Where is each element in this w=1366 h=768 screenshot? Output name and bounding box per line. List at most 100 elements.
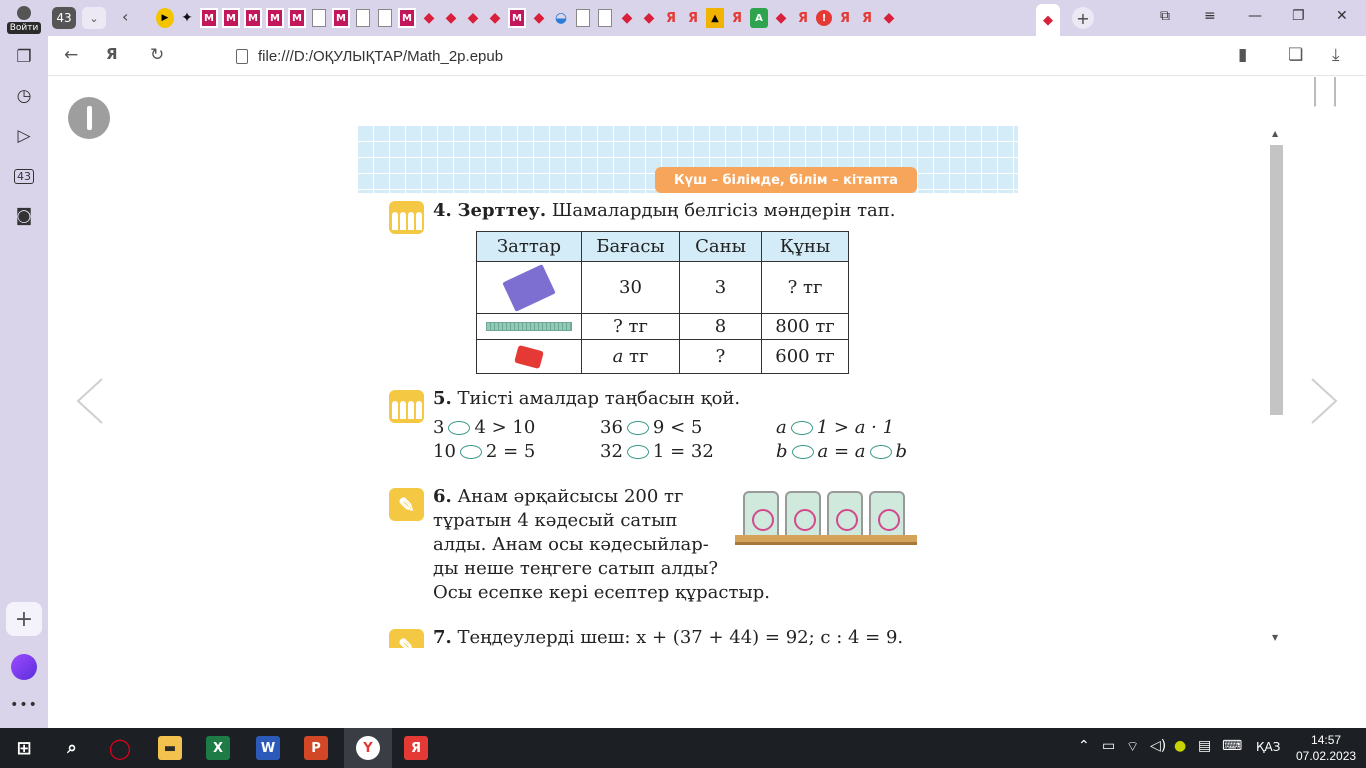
download-icon[interactable]: ⤓ bbox=[1332, 45, 1340, 65]
shield-tab-icon[interactable]: ◆ bbox=[530, 8, 548, 28]
shield-tab-icon[interactable]: ◆ bbox=[486, 8, 504, 28]
url-field[interactable]: file:///D:/ОҚУЛЫҚТАР/Math_2p.epub bbox=[236, 44, 503, 68]
pdf-tab-icon[interactable]: M bbox=[244, 8, 262, 28]
operand: 3 bbox=[433, 417, 445, 438]
yandex-icon[interactable]: Я bbox=[404, 736, 428, 760]
collections-icon[interactable]: ❐ bbox=[0, 38, 48, 76]
image-tab-icon[interactable]: ▲ bbox=[706, 8, 724, 28]
search-icon[interactable]: ⌕ bbox=[60, 736, 84, 760]
language-indicator[interactable]: ҚАЗ bbox=[1256, 740, 1280, 754]
yandex-logo-icon[interactable]: Я bbox=[106, 45, 118, 63]
tabs-manager-icon[interactable]: ⧉ bbox=[1160, 8, 1170, 24]
pdf-tab-icon[interactable]: M bbox=[266, 8, 284, 28]
pdf-tab-icon[interactable]: M bbox=[200, 8, 218, 28]
yandex-tab-icon[interactable]: Я bbox=[836, 8, 854, 28]
pdf-tab-icon[interactable]: M bbox=[398, 8, 416, 28]
operator-slot[interactable] bbox=[790, 421, 813, 435]
reload-icon[interactable]: ↻ bbox=[150, 45, 164, 65]
app-tray-icon[interactable]: ● bbox=[1174, 738, 1186, 754]
shield-tab-icon[interactable]: ◆ bbox=[420, 8, 438, 28]
bookmark-ribbon-icon[interactable] bbox=[1314, 77, 1336, 107]
chevron-down-icon[interactable]: ⌄ bbox=[82, 7, 106, 29]
clock[interactable]: 14:57 07.02.2023 bbox=[1296, 732, 1356, 764]
active-tab[interactable]: ◆ bbox=[1036, 4, 1060, 36]
chevron-up-icon[interactable]: ⌃ bbox=[1078, 738, 1090, 754]
scroll-up-icon[interactable]: ▲ bbox=[1272, 129, 1278, 138]
play-tab-icon[interactable]: ▶ bbox=[156, 8, 174, 28]
operator-slot[interactable] bbox=[448, 421, 471, 435]
windows-start-icon[interactable]: ⊞ bbox=[12, 736, 36, 760]
notification-icon[interactable]: ▤ bbox=[1198, 738, 1211, 754]
alice-assistant-button[interactable] bbox=[0, 648, 48, 686]
pdf-tab-icon[interactable]: M bbox=[288, 8, 306, 28]
document-tab-icon[interactable] bbox=[378, 9, 392, 27]
powerpoint-icon[interactable]: P bbox=[304, 736, 328, 760]
opera-icon[interactable]: ◯ bbox=[108, 736, 132, 760]
yandex-tab-icon[interactable]: Я bbox=[728, 8, 746, 28]
menu-icon[interactable]: ≡ bbox=[1204, 8, 1216, 24]
yandex-tab-icon[interactable]: Я bbox=[662, 8, 680, 28]
reader-menu-button[interactable] bbox=[68, 97, 110, 139]
document-tab-icon[interactable] bbox=[598, 9, 612, 27]
more-icon[interactable]: ••• bbox=[0, 686, 48, 724]
bookmark-icon[interactable]: ▮ bbox=[1238, 45, 1247, 65]
minimize-icon[interactable]: — bbox=[1248, 8, 1262, 24]
next-page-button[interactable] bbox=[1310, 377, 1338, 425]
document-tab-icon[interactable] bbox=[356, 9, 370, 27]
document-tab-icon[interactable] bbox=[312, 9, 326, 27]
jar-image bbox=[869, 491, 905, 539]
tab-count-button[interactable]: 43 bbox=[52, 7, 76, 29]
tabs-scroll-left-icon[interactable]: ‹ bbox=[122, 7, 128, 26]
a-tab-icon[interactable]: A bbox=[750, 8, 768, 28]
yandex-tab-icon[interactable]: Я bbox=[858, 8, 876, 28]
shield-tab-icon[interactable]: ◆ bbox=[772, 8, 790, 28]
operator-slot[interactable] bbox=[626, 421, 649, 435]
close-icon[interactable]: ✕ bbox=[1336, 8, 1348, 24]
file-explorer-icon[interactable]: ▬ bbox=[158, 736, 182, 760]
yandex-tab-icon[interactable]: Я bbox=[794, 8, 812, 28]
restore-icon[interactable]: ❐ bbox=[1292, 8, 1305, 24]
warning-tab-icon[interactable]: ! bbox=[816, 10, 832, 26]
video-icon[interactable]: ▷ bbox=[0, 117, 48, 155]
wifi-icon[interactable]: ⌔ bbox=[1126, 738, 1139, 756]
drop-tab-icon[interactable]: ◒ bbox=[552, 8, 570, 28]
tabs-count-icon[interactable]: 43 bbox=[0, 157, 48, 195]
sparkle-tab-icon[interactable]: ✦ bbox=[178, 8, 196, 28]
operator-slot[interactable] bbox=[869, 445, 892, 459]
pdf-tab-icon[interactable]: M bbox=[222, 8, 240, 28]
yandex-browser-icon[interactable]: Y bbox=[356, 736, 380, 760]
operand: 32 bbox=[600, 441, 623, 462]
shield-tab-icon[interactable]: ◆ bbox=[618, 8, 636, 28]
new-tab-button[interactable]: + bbox=[1072, 7, 1094, 29]
tab-count-badge: 43 bbox=[14, 168, 34, 184]
previous-page-button[interactable] bbox=[76, 377, 104, 425]
shield-tab-icon[interactable]: ◆ bbox=[880, 8, 898, 28]
scrollbar-thumb[interactable] bbox=[1270, 145, 1283, 415]
operator-slot[interactable] bbox=[626, 445, 649, 459]
yandex-tab-icon[interactable]: Я bbox=[684, 8, 702, 28]
reader-mode-icon[interactable]: ❏ bbox=[1288, 45, 1303, 65]
operator-slot[interactable] bbox=[459, 445, 482, 459]
excel-icon[interactable]: X bbox=[206, 736, 230, 760]
shield-tab-icon[interactable]: ◆ bbox=[640, 8, 658, 28]
shield-tab-icon[interactable]: ◆ bbox=[442, 8, 460, 28]
history-icon[interactable]: ◷ bbox=[0, 77, 48, 115]
battery-icon[interactable]: ▭ bbox=[1102, 738, 1115, 754]
back-arrow-icon[interactable]: ← bbox=[64, 45, 78, 65]
pdf-tab-icon[interactable]: M bbox=[332, 8, 350, 28]
login-button[interactable]: Войти bbox=[0, 3, 48, 37]
operator-slot[interactable] bbox=[791, 445, 814, 459]
pdf-tab-icon[interactable]: M bbox=[508, 8, 526, 28]
scroll-down-icon[interactable]: ▼ bbox=[1272, 633, 1278, 642]
screenshot-icon[interactable]: ◙ bbox=[0, 197, 48, 235]
task5-number: 5. bbox=[433, 388, 452, 409]
keyboard-icon[interactable]: ⌨ bbox=[1222, 738, 1242, 754]
operand: 1 > a · 1 bbox=[816, 417, 895, 438]
table-cell: a тг bbox=[581, 339, 680, 374]
shield-tab-icon[interactable]: ◆ bbox=[464, 8, 482, 28]
clock-date: 07.02.2023 bbox=[1296, 749, 1357, 763]
volume-icon[interactable]: ◁) bbox=[1150, 738, 1166, 754]
word-icon[interactable]: W bbox=[256, 736, 280, 760]
document-tab-icon[interactable] bbox=[576, 9, 590, 27]
add-panel-button[interactable]: + bbox=[6, 602, 42, 636]
